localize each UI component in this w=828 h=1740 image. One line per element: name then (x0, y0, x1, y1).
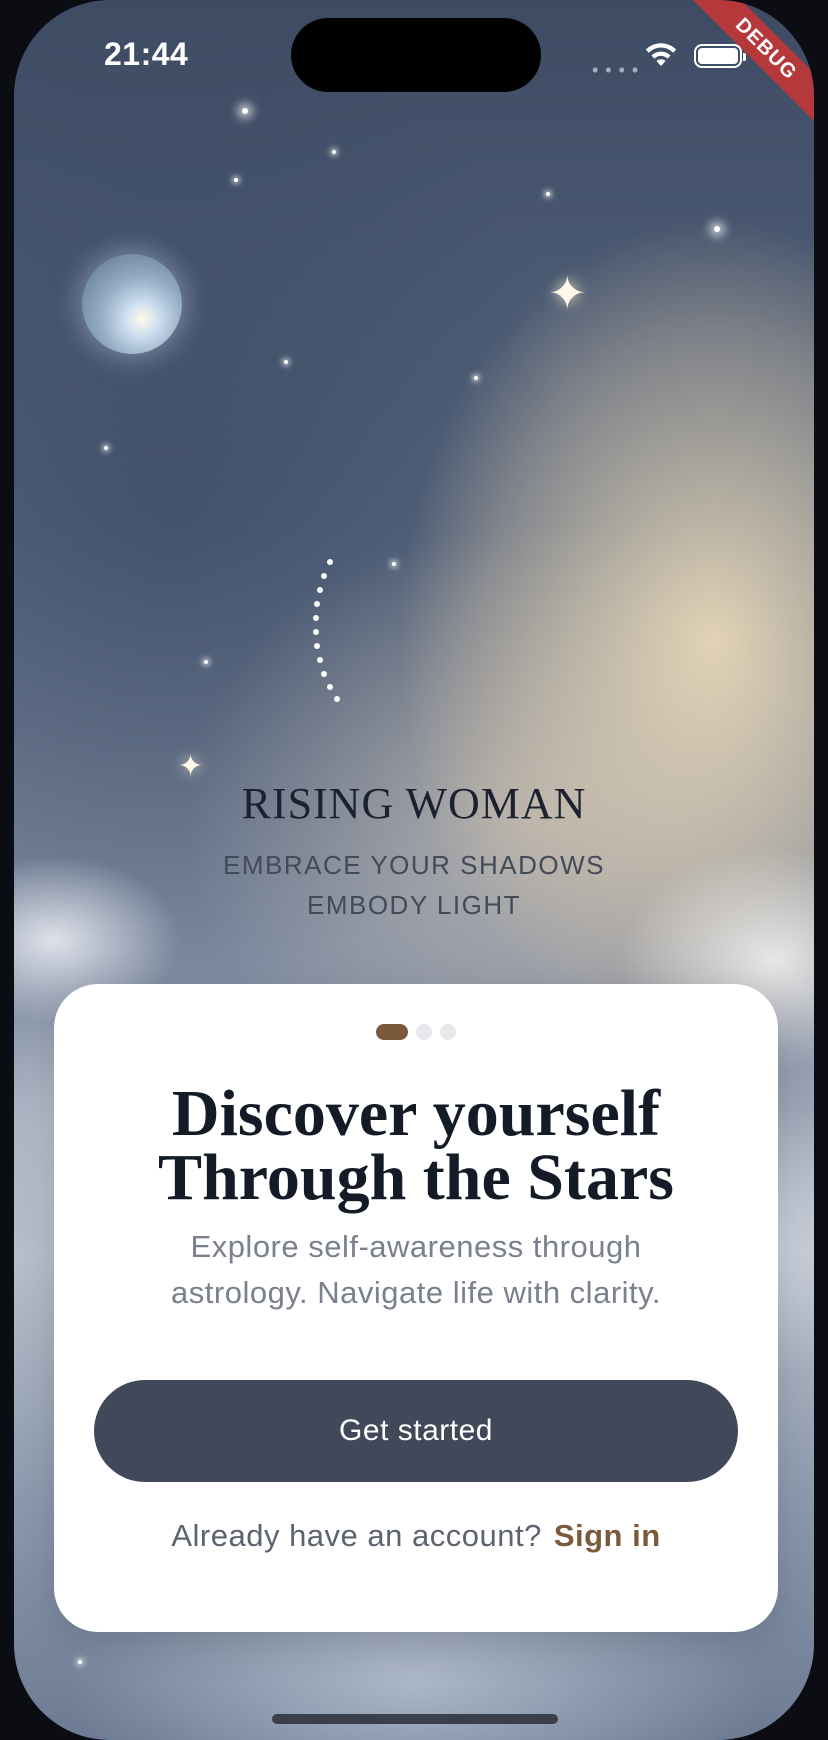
star-icon (104, 446, 108, 450)
sparkle-star-icon: ✦ (548, 267, 587, 319)
signal-dots-icon: • • • • (592, 60, 640, 80)
home-indicator[interactable] (272, 1714, 558, 1724)
subtitle-line-1: Explore self-awareness through (190, 1229, 642, 1264)
subtitle-line-2: astrology. Navigate life with clarity. (171, 1275, 661, 1310)
crescent-moon-icon (313, 524, 489, 724)
star-icon (204, 660, 208, 664)
onboarding-headline: Discover yourself Through the Stars (54, 1077, 778, 1214)
device-frame: ✦ ✦ DEBUG 21:44 • • • • RISING WOMAN EMB… (0, 0, 828, 1740)
page-dot[interactable] (440, 1024, 456, 1040)
sign-in-link[interactable]: Sign in (554, 1518, 661, 1553)
debug-banner: DEBUG (676, 0, 814, 139)
account-prompt: Already have an account? (171, 1518, 542, 1553)
get-started-button[interactable]: Get started (94, 1380, 738, 1482)
star-icon (234, 178, 238, 182)
onboarding-card: Discover yourself Through the Stars Expl… (54, 984, 778, 1632)
onboarding-subtitle: Explore self-awareness through astrology… (54, 1224, 778, 1316)
tagline-line-2: EMBODY LIGHT (306, 890, 521, 920)
headline-line-1: Discover yourself (171, 1077, 661, 1150)
page-dot[interactable] (416, 1024, 432, 1040)
moon-planet-image (82, 254, 182, 354)
star-icon (546, 192, 550, 196)
tagline-line-1: EMBRACE YOUR SHADOWS (222, 850, 605, 880)
star-icon (714, 226, 720, 232)
dynamic-island (291, 18, 541, 92)
brand-title: RISING WOMAN (241, 779, 587, 828)
headline-line-2: Through the Stars (158, 1141, 674, 1214)
status-time: 21:44 (104, 36, 189, 72)
wifi-icon (645, 43, 677, 66)
star-icon (284, 360, 288, 364)
page-dot-active[interactable] (376, 1024, 408, 1040)
star-icon (474, 376, 478, 380)
star-icon (242, 108, 248, 114)
battery-icon (694, 44, 746, 68)
signin-row: Already have an account? Sign in (54, 1518, 778, 1554)
page-indicator (54, 1024, 778, 1040)
star-icon (332, 150, 336, 154)
star-icon (78, 1660, 82, 1664)
